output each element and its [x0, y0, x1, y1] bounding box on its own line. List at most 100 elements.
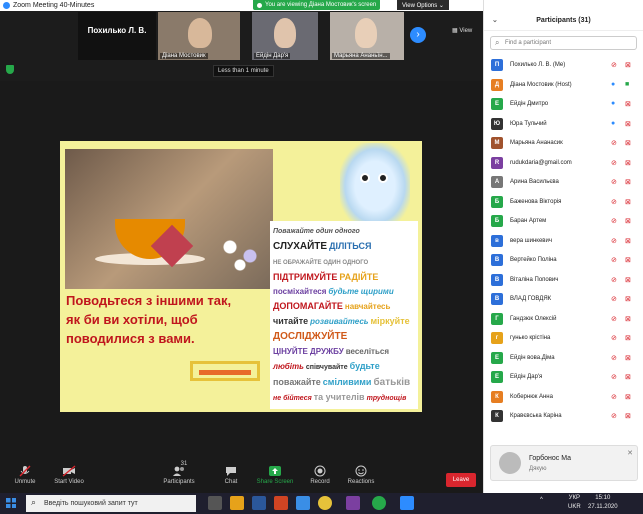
mic-muted-icon[interactable]: ⊘	[611, 256, 617, 264]
video-off-icon[interactable]: ⊠	[625, 315, 631, 323]
video-off-icon[interactable]: ⊠	[625, 178, 631, 186]
video-off-icon[interactable]: ⊠	[625, 198, 631, 206]
mic-muted-icon[interactable]: ⊘	[611, 373, 617, 381]
video-off-icon[interactable]: ⊠	[625, 237, 631, 245]
mic-icon[interactable]: ●	[611, 81, 615, 88]
file-explorer-icon[interactable]	[230, 496, 244, 510]
video-off-icon[interactable]: ⊠	[625, 295, 631, 303]
mic-muted-icon[interactable]: ⊘	[611, 159, 617, 167]
participant-row[interactable]: Е Ейдін вова.Діма ⊘ ⊠	[484, 349, 643, 369]
video-off-icon[interactable]: ⊠	[625, 217, 631, 225]
language-indicator[interactable]: УКР UKR	[568, 494, 581, 512]
participant-name: Юра Тульчий	[510, 120, 547, 127]
mic-muted-icon[interactable]: ⊘	[611, 295, 617, 303]
video-tile[interactable]: Похилько Л. В.	[78, 12, 156, 60]
share-screen-button[interactable]: Share Screen	[250, 463, 300, 485]
video-off-icon[interactable]: ⊠	[625, 139, 631, 147]
video-off-icon[interactable]: ⊠	[625, 100, 631, 108]
video-off-icon[interactable]: ⊠	[625, 276, 631, 284]
view-options-button[interactable]: View Options ⌄	[397, 0, 449, 10]
mic-muted-icon[interactable]: ⊘	[611, 61, 617, 69]
mic-muted-icon[interactable]: ⊘	[611, 178, 617, 186]
presentation-slide: Поводьтеся з іншими так, як би ви хотіли…	[60, 141, 422, 412]
video-off-icon[interactable]: ⊠	[625, 159, 631, 167]
mic-muted-icon[interactable]: ⊘	[611, 198, 617, 206]
close-icon[interactable]: ✕	[627, 449, 633, 457]
participant-row[interactable]: в вера шинкевич ⊘ ⊠	[484, 232, 643, 252]
participant-name: Ейдін Дар'я	[510, 374, 543, 380]
taskbar-search-input[interactable]: Введіть пошуковий запит тут	[26, 494, 196, 512]
mic-muted-icon[interactable]: ⊘	[611, 334, 617, 342]
reactions-button[interactable]: Reactions	[336, 463, 386, 485]
video-tile[interactable]: Ейдін Дар'я	[252, 12, 318, 60]
chat-button[interactable]: Chat	[206, 463, 256, 485]
clock-time: 15:10	[595, 495, 611, 501]
video-off-icon[interactable]: ⊠	[625, 334, 631, 342]
participant-row[interactable]: П Похилько Л. В. (Me) ⊘ ⊠	[484, 56, 643, 76]
participant-row[interactable]: Е Ейдін Дмитро ● ⊠	[484, 95, 643, 115]
video-icon[interactable]: ■	[625, 81, 629, 88]
chat-label: Chat	[224, 479, 238, 485]
mic-muted-icon[interactable]: ⊘	[611, 237, 617, 245]
video-off-icon[interactable]: ⊠	[625, 393, 631, 401]
participant-row[interactable]: Ю Юра Тульчий ● ⊠	[484, 115, 643, 135]
video-off-icon[interactable]: ⊠	[625, 61, 631, 69]
participant-row[interactable]: В ВЛАД ГОВДЯК ⊘ ⊠	[484, 290, 643, 310]
participant-row[interactable]: А Арина Васильєва ⊘ ⊠	[484, 173, 643, 193]
word-cloud-word: посміхайтеся	[273, 287, 327, 296]
video-off-icon[interactable]: ⊠	[625, 412, 631, 420]
mic-muted-icon[interactable]: ⊘	[611, 354, 617, 362]
participant-row[interactable]: В Віталіна Попович ⊘ ⊠	[484, 271, 643, 291]
participant-row[interactable]: Г Гандзюк Олексій ⊘ ⊠	[484, 310, 643, 330]
tray-arrow-icon[interactable]: ^	[540, 497, 543, 503]
video-off-icon[interactable]: ⊠	[625, 256, 631, 264]
unmute-button[interactable]: Unmute	[0, 463, 50, 485]
participant-row[interactable]: г гунько крістіна ⊘ ⊠	[484, 329, 643, 349]
mic-muted-icon[interactable]: ⊘	[611, 217, 617, 225]
video-tile[interactable]: Марьяна Ананьїн...	[330, 12, 404, 60]
chrome-icon[interactable]	[318, 496, 332, 510]
taskbar-clock[interactable]: 15:10 27.11.2020	[588, 494, 618, 512]
mic-muted-icon[interactable]: ⊘	[611, 315, 617, 323]
participant-row[interactable]: Е Ейдін Дар'я ⊘ ⊠	[484, 368, 643, 388]
chat-notification[interactable]: Горбонос Ма Дякую ✕	[490, 445, 638, 481]
meeting-toolbar: Unmute Start Video Participants 31 Chat …	[0, 461, 483, 493]
zoom-taskbar-icon[interactable]	[400, 496, 414, 510]
leave-button[interactable]: Leave	[446, 473, 476, 487]
mic-muted-icon[interactable]: ⊘	[611, 393, 617, 401]
edge-icon[interactable]	[296, 496, 310, 510]
chat-icon	[226, 467, 236, 476]
word-icon[interactable]	[252, 496, 266, 510]
windows-start-icon[interactable]	[6, 498, 16, 508]
task-view-icon[interactable]	[208, 496, 222, 510]
record-label: Record	[310, 479, 330, 485]
video-off-icon[interactable]: ⊠	[625, 354, 631, 362]
powerpoint-icon[interactable]	[274, 496, 288, 510]
video-tile[interactable]: Діана Мостовик	[158, 12, 240, 60]
participant-search-input[interactable]: Find a participant	[490, 36, 637, 50]
participant-row[interactable]: Д Діана Мостовик (Host) ● ■	[484, 76, 643, 96]
participant-row[interactable]: М Марьяна Ананасик ⊘ ⊠	[484, 134, 643, 154]
video-off-icon[interactable]: ⊠	[625, 120, 631, 128]
video-off-icon[interactable]: ⊠	[625, 373, 631, 381]
participant-row[interactable]: Б Баран Артем ⊘ ⊠	[484, 212, 643, 232]
participant-row[interactable]: В Вертейко Поліна ⊘ ⊠	[484, 251, 643, 271]
start-video-button[interactable]: Start Video	[44, 463, 94, 485]
security-shield-icon[interactable]	[6, 65, 14, 74]
mic-muted-icon[interactable]: ⊘	[611, 276, 617, 284]
gallery-view-button[interactable]: ▦ View	[452, 27, 472, 34]
participant-row[interactable]: К Кобернюк Анна ⊘ ⊠	[484, 388, 643, 408]
participant-row[interactable]: К Кравєвська Каріна ⊘ ⊠	[484, 407, 643, 427]
mic-icon[interactable]: ●	[611, 120, 615, 127]
collapse-chevron-icon[interactable]: ⌄	[492, 11, 498, 31]
shared-screen: Поводьтеся з іншими так, як би ви хотіли…	[0, 81, 483, 461]
viber-icon[interactable]	[346, 496, 360, 510]
participant-row[interactable]: Б Баженова Вікторія ⊘ ⊠	[484, 193, 643, 213]
mic-muted-icon[interactable]: ⊘	[611, 139, 617, 147]
mic-muted-icon[interactable]: ⊘	[611, 412, 617, 420]
next-page-icon[interactable]: ›	[410, 27, 426, 43]
participant-row[interactable]: Rrudukdaria@gmail.com ⊘ ⊠	[484, 154, 643, 174]
window-title: Zoom Meeting 40-Minutes	[13, 2, 95, 9]
mic-icon[interactable]: ●	[611, 100, 615, 107]
browser-icon[interactable]	[372, 496, 386, 510]
